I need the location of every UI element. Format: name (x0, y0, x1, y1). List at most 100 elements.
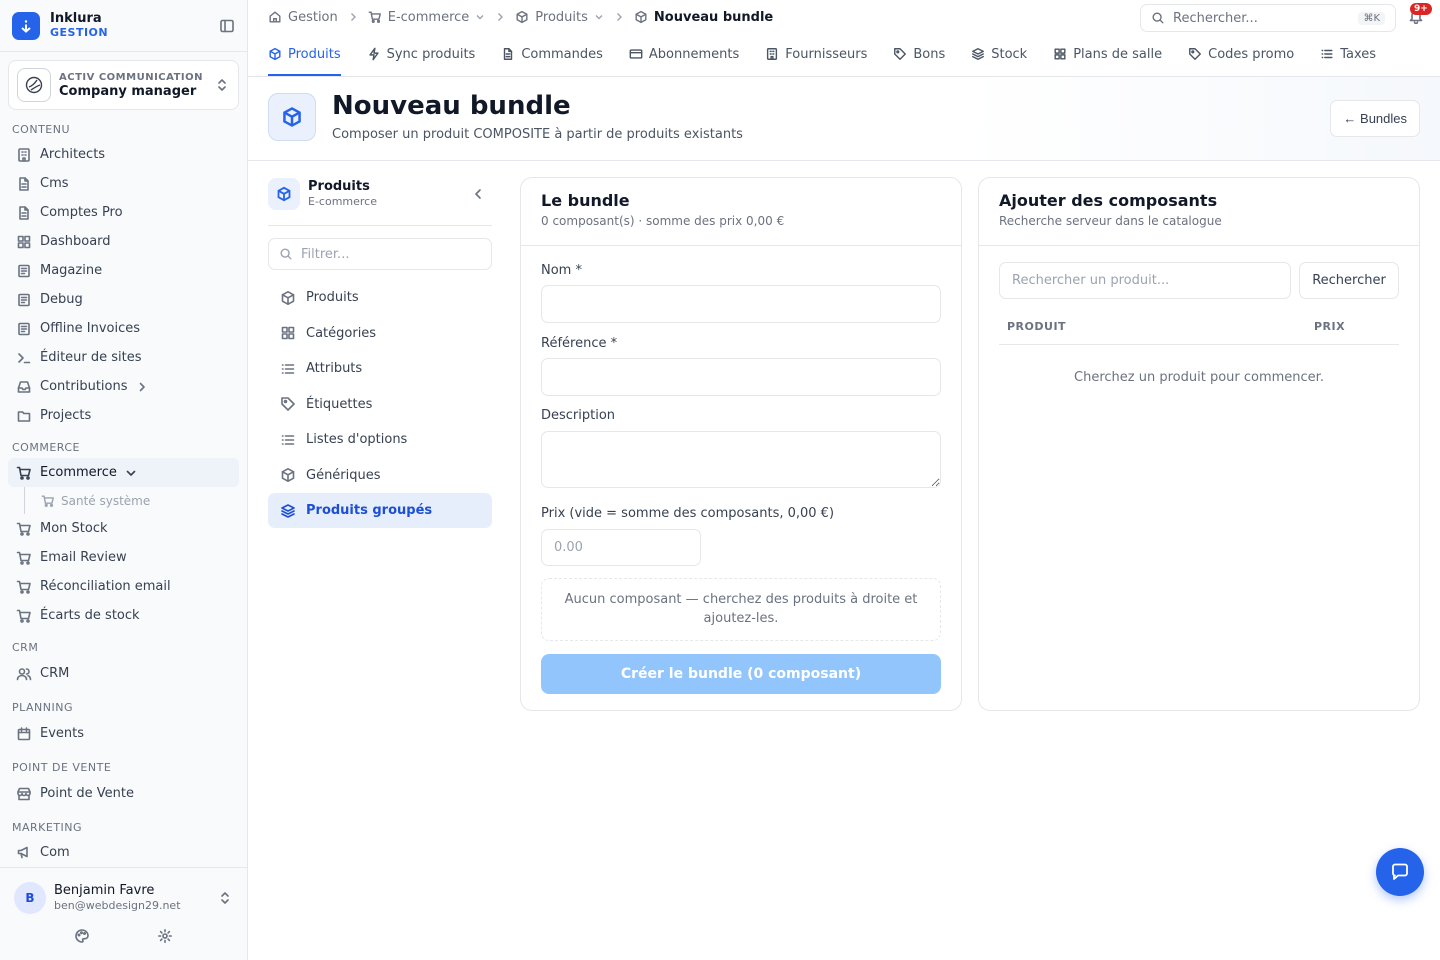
topbar: Gestion E-commerce Produits Nouveau bund… (248, 0, 1440, 34)
tab-sync-produits[interactable]: Sync produits (367, 34, 475, 76)
chevron-left-icon[interactable] (470, 186, 486, 202)
subnav-item-etiquettes[interactable]: Étiquettes (268, 387, 492, 422)
sidebar-item-comptes-pro[interactable]: Comptes Pro (8, 198, 239, 227)
sidebar-item-email-review[interactable]: Email Review (8, 543, 239, 572)
global-search-input[interactable]: Rechercher... ⌘K (1140, 4, 1396, 32)
sidebar-item-crm[interactable]: CRM (8, 658, 239, 689)
tab-label: Fournisseurs (785, 46, 868, 62)
sidebar-item-cms[interactable]: Cms (8, 169, 239, 198)
cube-icon (634, 10, 648, 24)
tab-stock[interactable]: Stock (971, 34, 1027, 76)
reference-input[interactable] (541, 358, 941, 396)
sidebar-item-reconciliation-email[interactable]: Réconciliation email (8, 572, 239, 601)
tab-produits[interactable]: Produits (268, 34, 341, 76)
sidebar-item-label: Dashboard (40, 234, 111, 249)
sidebar-item-label: Offline Invoices (40, 321, 141, 336)
brand-name: Inklura (50, 10, 102, 26)
tab-fournisseurs[interactable]: Fournisseurs (765, 34, 867, 76)
chevron-right-icon[interactable] (136, 381, 148, 393)
back-to-bundles-button[interactable]: ← Bundles (1330, 100, 1420, 137)
sidebar-item-label: Email Review (40, 550, 127, 565)
sidebar-item-label: Com (40, 844, 70, 860)
sidebar-item-debug[interactable]: Debug (8, 285, 239, 314)
organization-name: Company manager (59, 84, 197, 99)
tab-plans-de-salle[interactable]: Plans de salle (1053, 34, 1162, 76)
tab-taxes[interactable]: Taxes (1320, 34, 1376, 76)
tab-bons[interactable]: Bons (893, 34, 945, 76)
sidebar-item-magazine[interactable]: Magazine (8, 256, 239, 285)
building-icon (765, 47, 779, 61)
chevron-down-icon (475, 12, 485, 22)
document-icon (16, 205, 32, 221)
cart-icon (368, 10, 382, 24)
sidebar-item-point-de-vente[interactable]: Point de Vente (8, 778, 239, 809)
sidebar-item-label: Architects (40, 147, 106, 162)
user-name: Benjamin Favre (54, 883, 155, 898)
subnav-item-label: Listes d'options (306, 432, 408, 447)
subnav-filter-input[interactable]: Filtrer... (268, 238, 492, 270)
sidebar-item-mon-stock[interactable]: Mon Stock (8, 514, 239, 543)
description-label: Description (541, 408, 616, 423)
section-title-contenu: CONTENU (12, 123, 71, 136)
breadcrumb-gestion[interactable]: Gestion (268, 10, 338, 25)
product-search-button[interactable]: Rechercher (1299, 262, 1399, 299)
chevron-down-icon[interactable] (125, 467, 137, 479)
cart-icon (16, 465, 32, 481)
tab-codes-promo[interactable]: Codes promo (1188, 34, 1294, 76)
sidebar-item-ecommerce[interactable]: Ecommerce (8, 458, 239, 487)
column-header-produit: PRODUIT (1007, 320, 1067, 333)
organization-label: ACTIV COMMUNICATION (59, 72, 204, 83)
breadcrumb-ecommerce[interactable]: E-commerce (368, 10, 486, 25)
brand-logo-icon[interactable] (12, 11, 40, 40)
sidebar-item-contributions[interactable]: Contributions (8, 372, 239, 401)
product-search-input[interactable] (999, 262, 1291, 299)
tag-icon (893, 47, 907, 61)
sidebar-item-dashboard[interactable]: Dashboard (8, 227, 239, 256)
home-icon (268, 10, 282, 24)
user-menu[interactable]: B Benjamin Favre ben@webdesign29.net (0, 868, 247, 914)
subnav-item-produits[interactable]: Produits (268, 280, 492, 315)
products-subnav: Produits E-commerce Filtrer... Produits … (268, 177, 492, 528)
create-bundle-button[interactable]: Créer le bundle (0 composant) (541, 654, 941, 694)
sidebar-item-projects[interactable]: Projects (8, 401, 239, 430)
sidebar-toggle-icon[interactable] (219, 18, 235, 34)
sidebar-item-offline-invoices[interactable]: Offline Invoices (8, 314, 239, 343)
cube-icon (515, 10, 529, 24)
divider (268, 225, 492, 226)
price-input[interactable] (541, 529, 701, 566)
subnav-item-attributs[interactable]: Attributs (268, 351, 492, 386)
organization-switcher[interactable]: ACTIV COMMUNICATION Company manager (8, 60, 239, 110)
lightning-icon (367, 47, 381, 61)
sidebar-item-architects[interactable]: Architects (8, 140, 239, 169)
subnav-item-produits-groupes[interactable]: Produits groupés (268, 493, 492, 528)
subnav-item-label: Produits groupés (306, 503, 433, 518)
user-email: ben@webdesign29.net (54, 899, 181, 912)
chat-support-button[interactable] (1376, 848, 1424, 896)
grid-icon (280, 325, 296, 341)
brand: Inklura GESTION (0, 0, 247, 52)
cart-icon (16, 579, 32, 595)
sidebar-item-label: Mon Stock (40, 521, 108, 536)
sidebar-item-events[interactable]: Events (8, 718, 239, 749)
search-icon (279, 247, 293, 261)
column-header-prix: PRIX (1314, 320, 1346, 333)
sidebar-subitem-sante-systeme[interactable]: Santé système (24, 487, 247, 514)
breadcrumb-produits[interactable]: Produits (515, 10, 604, 25)
cube-icon (268, 47, 282, 61)
sidebar-item-com[interactable]: Com (8, 838, 239, 866)
description-textarea[interactable] (541, 431, 941, 488)
cart-icon (16, 608, 32, 624)
add-components-card: Ajouter des composants Recherche serveur… (978, 177, 1420, 711)
gear-icon[interactable] (157, 928, 173, 944)
section-title-marketing: MARKETING (12, 821, 83, 834)
tab-commandes[interactable]: Commandes (501, 34, 603, 76)
sidebar-item-label: Écarts de stock (40, 608, 140, 623)
tab-abonnements[interactable]: Abonnements (629, 34, 739, 76)
sidebar-item-editeur-de-sites[interactable]: Éditeur de sites (8, 343, 239, 372)
sidebar-item-ecarts-de-stock[interactable]: Écarts de stock (8, 601, 239, 630)
palette-icon[interactable] (74, 928, 90, 944)
subnav-item-categories[interactable]: Catégories (268, 316, 492, 351)
subnav-item-listes-d-options[interactable]: Listes d'options (268, 422, 492, 457)
name-input[interactable] (541, 285, 941, 323)
subnav-item-generiques[interactable]: Génériques (268, 458, 492, 493)
